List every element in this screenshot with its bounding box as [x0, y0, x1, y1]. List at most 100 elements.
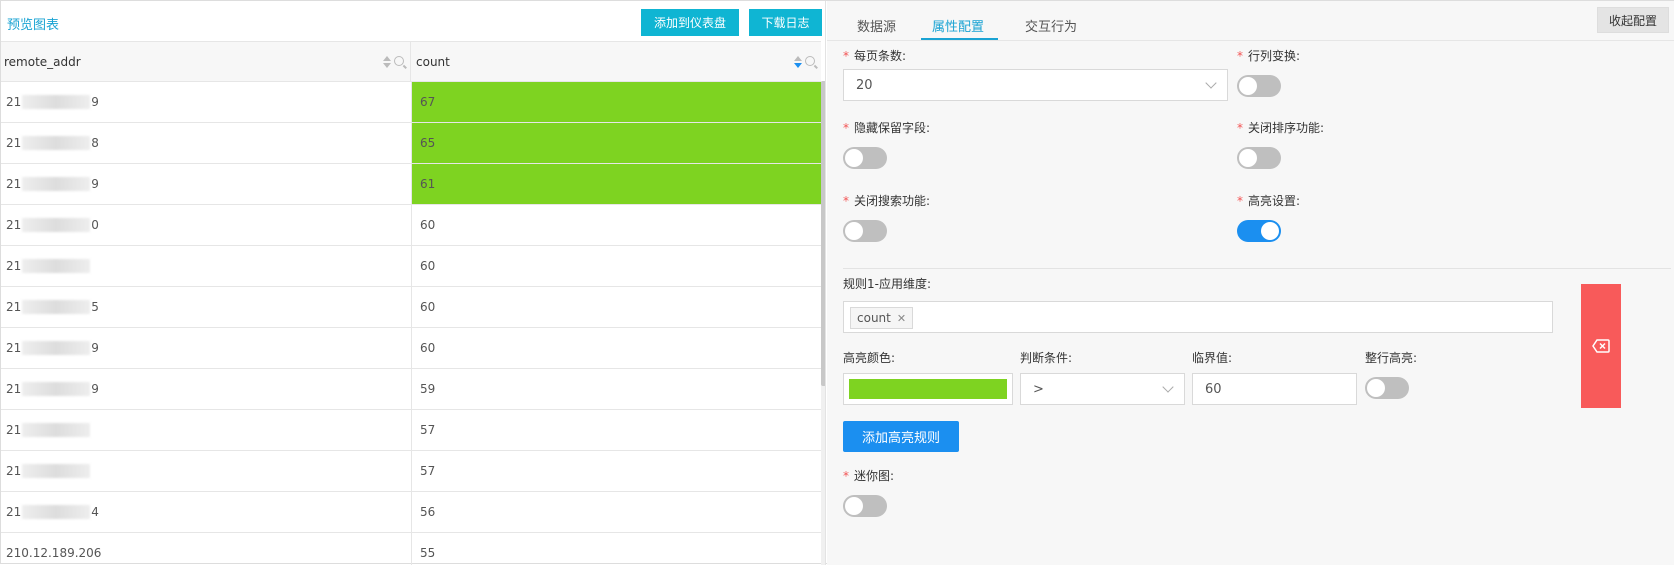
redacted-blur — [22, 95, 91, 109]
redacted-blur — [22, 505, 91, 519]
cell-remote-addr: 21 8 — [1, 123, 411, 163]
transpose-toggle[interactable] — [1237, 75, 1281, 97]
redacted-blur — [22, 341, 91, 355]
cell-remote-addr: 21 5 — [1, 287, 411, 327]
addr-prefix: 21 — [6, 464, 22, 478]
collapse-config-button[interactable]: 收起配置 — [1597, 7, 1669, 33]
toggle-knob — [845, 222, 863, 240]
required-mark: * — [843, 49, 849, 63]
addr-prefix: 21 — [6, 423, 22, 437]
disable-sort-toggle[interactable] — [1237, 147, 1281, 169]
page-size-select[interactable]: 20 — [843, 69, 1228, 101]
table-scrollbar[interactable] — [821, 81, 825, 565]
addr-prefix: 210.12.189.206 — [6, 546, 102, 560]
addr-suffix: 9 — [91, 341, 99, 355]
disable-sort-label-text: 关闭排序功能: — [1248, 121, 1325, 135]
table-body: 21 9 67 21 8 65 21 9 61 21 0 60 21 60 21 5 60 21 9 60 21 9 59 2… — [1, 82, 821, 565]
addr-prefix: 21 — [6, 382, 22, 396]
addr-prefix: 21 — [6, 341, 22, 355]
toggle-knob — [1239, 77, 1257, 95]
threshold-label: 临界值: — [1192, 351, 1233, 365]
tab-attributes[interactable]: 属性配置 — [932, 16, 984, 35]
required-mark: * — [1237, 194, 1243, 208]
close-icon[interactable]: ✕ — [897, 312, 906, 325]
add-highlight-rule-button[interactable]: 添加高亮规则 — [843, 421, 959, 452]
sort-descending-icon[interactable] — [794, 55, 802, 69]
cell-count: 67 — [411, 82, 821, 122]
cell-remote-addr: 21 — [1, 246, 411, 286]
addr-prefix: 21 — [6, 259, 22, 273]
addr-prefix: 21 — [6, 300, 22, 314]
highlight-color-picker[interactable] — [843, 373, 1013, 405]
threshold-input[interactable]: 60 — [1192, 373, 1357, 405]
addr-suffix: 9 — [91, 95, 99, 109]
condition-select[interactable]: > — [1020, 373, 1185, 405]
mini-chart-label: * 迷你图: — [843, 467, 894, 484]
column-header-count[interactable]: count — [411, 42, 821, 82]
search-icon[interactable] — [394, 56, 404, 66]
color-swatch — [849, 379, 1007, 399]
toggle-knob — [845, 497, 863, 515]
column-header-label: count — [416, 55, 450, 69]
hide-reserved-toggle[interactable] — [843, 147, 887, 169]
search-icon[interactable] — [805, 56, 815, 66]
addr-prefix: 21 — [6, 177, 22, 191]
preview-toolbar: 预览图表 添加到仪表盘 下载日志 — [1, 1, 825, 43]
delete-icon — [1592, 339, 1610, 353]
add-to-dashboard-button[interactable]: 添加到仪表盘 — [641, 9, 739, 36]
sort-icon[interactable] — [383, 55, 391, 69]
tab-interaction[interactable]: 交互行为 — [1025, 16, 1077, 35]
download-log-button[interactable]: 下载日志 — [749, 9, 822, 36]
table-row: 21 8 65 — [1, 123, 821, 164]
redacted-blur — [22, 218, 91, 232]
mini-chart-toggle[interactable] — [843, 495, 887, 517]
cell-count: 60 — [411, 328, 821, 368]
redacted-blur — [22, 464, 91, 478]
addr-suffix: 9 — [91, 177, 99, 191]
redacted-blur — [22, 300, 91, 314]
delete-rule-button[interactable] — [1581, 284, 1621, 408]
disable-sort-label: * 关闭排序功能: — [1237, 119, 1324, 136]
redacted-blur — [22, 423, 91, 437]
hide-reserved-label: * 隐藏保留字段: — [843, 119, 930, 136]
cell-count: 60 — [411, 205, 821, 245]
tab-datasource[interactable]: 数据源 — [857, 16, 896, 35]
addr-suffix: 0 — [91, 218, 99, 232]
redacted-blur — [22, 382, 91, 396]
disable-search-label-text: 关闭搜索功能: — [854, 194, 931, 208]
addr-suffix: 8 — [91, 136, 99, 150]
dimension-tag: count ✕ — [850, 307, 914, 329]
scrollbar-thumb[interactable] — [821, 81, 825, 386]
table-row: 21 9 59 — [1, 369, 821, 410]
addr-prefix: 21 — [6, 218, 22, 232]
table-row: 21 9 60 — [1, 328, 821, 369]
rule1-dimension-input[interactable]: count ✕ — [843, 301, 1553, 333]
redacted-blur — [22, 136, 91, 150]
table-row: 21 57 — [1, 451, 821, 492]
whole-row-toggle[interactable] — [1365, 377, 1409, 399]
redacted-blur — [22, 259, 91, 273]
hide-reserved-label-text: 隐藏保留字段: — [854, 121, 931, 135]
cell-count: 55 — [411, 533, 821, 565]
addr-suffix: 9 — [91, 382, 99, 396]
data-table: remote_addr count 21 9 67 21 8 65 21 9 61 21 0 60 21… — [1, 41, 821, 565]
cell-count: 65 — [411, 123, 821, 163]
disable-search-toggle[interactable] — [843, 220, 887, 242]
highlight-toggle[interactable] — [1237, 220, 1281, 242]
condition-label: 判断条件: — [1020, 351, 1073, 365]
column-header-remote-addr[interactable]: remote_addr — [1, 42, 411, 82]
table-row: 210.12.189.206 55 — [1, 533, 821, 565]
cell-remote-addr: 21 9 — [1, 328, 411, 368]
section-divider — [843, 268, 1671, 269]
rule1-dimension-label: 规则1-应用维度: — [843, 277, 932, 291]
cell-count: 59 — [411, 369, 821, 409]
addr-prefix: 21 — [6, 505, 22, 519]
chevron-down-icon — [1205, 77, 1217, 89]
required-mark: * — [1237, 49, 1243, 63]
whole-row-label: 整行高亮: — [1365, 351, 1418, 365]
highlight-color-label: 高亮颜色: — [843, 351, 896, 365]
window-frame: 预览图表 添加到仪表盘 下载日志 remote_addr count 21 9 … — [0, 0, 1674, 565]
toggle-knob — [845, 149, 863, 167]
column-header-label: remote_addr — [4, 55, 81, 69]
cell-count: 61 — [411, 164, 821, 204]
